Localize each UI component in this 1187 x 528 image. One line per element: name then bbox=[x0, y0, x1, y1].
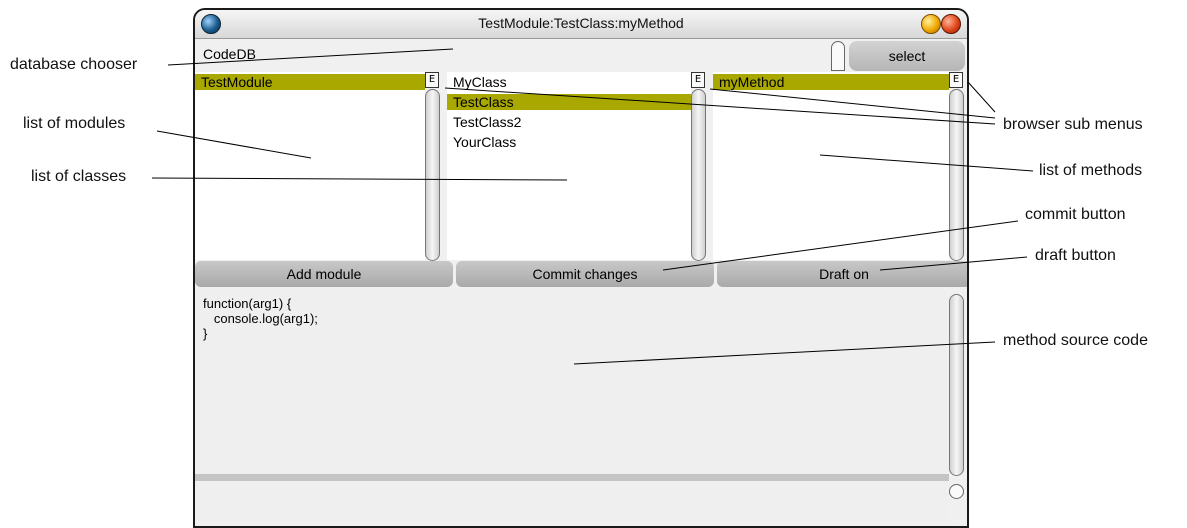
annotation-lines bbox=[151, 48, 1034, 365]
line-list-of-methods bbox=[819, 154, 1034, 172]
line-sub-menu-methods bbox=[967, 81, 996, 113]
line-sub-menu-modules bbox=[444, 87, 996, 125]
line-draft-button bbox=[879, 256, 1028, 271]
line-list-of-modules bbox=[156, 130, 312, 159]
line-method-source-code bbox=[573, 341, 996, 365]
line-list-of-classes bbox=[151, 177, 568, 181]
line-sub-menu-classes bbox=[709, 88, 996, 119]
line-database-chooser bbox=[167, 48, 454, 66]
